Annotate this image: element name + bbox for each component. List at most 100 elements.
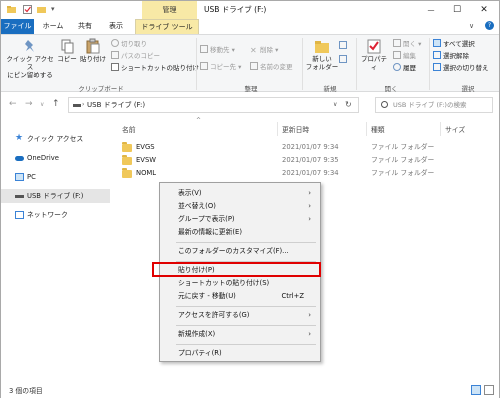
menu-item-refresh[interactable]: 最新の情報に更新(E) — [160, 226, 320, 239]
menu-item-label: このフォルダーのカスタマイズ(F)... — [178, 247, 289, 255]
up-arrow-icon[interactable]: ↑ — [52, 99, 60, 109]
tab-home[interactable]: ホーム — [39, 19, 67, 34]
nav-network[interactable]: ネットワーク — [1, 208, 110, 222]
invert-selection-button[interactable]: 選択の切り替え — [433, 63, 489, 73]
properties-check-icon[interactable] — [23, 5, 32, 14]
edit-button[interactable]: 編集 — [393, 51, 416, 61]
menu-item-label: グループで表示(P) — [178, 215, 235, 223]
column-divider[interactable] — [366, 122, 367, 136]
large-icons-view-icon[interactable] — [484, 385, 494, 395]
forward-arrow-icon[interactable]: → — [25, 99, 33, 109]
copy-label: コピー — [57, 55, 77, 63]
menu-item-label: 元に戻す - 移動(U) — [178, 292, 236, 300]
back-arrow-icon[interactable]: ← — [9, 99, 17, 109]
refresh-icon[interactable]: ↻ — [345, 98, 352, 112]
history-label: 履歴 — [403, 64, 416, 72]
address-bar[interactable]: › USB ドライブ (F:) ∨ ↻ — [68, 97, 359, 113]
nav-quick-access[interactable]: ★ クイック アクセス — [1, 132, 110, 146]
column-name[interactable]: 名前 — [122, 124, 136, 134]
move-to-icon — [200, 45, 208, 53]
customize-toolbar-icon[interactable]: ▾ — [51, 5, 60, 14]
tab-view[interactable]: 表示 — [103, 19, 129, 34]
maximize-button[interactable]: ☐ — [445, 1, 469, 19]
move-to-label: 移動先 — [210, 46, 230, 54]
invert-selection-icon — [433, 63, 441, 71]
close-button[interactable]: ✕ — [472, 1, 496, 19]
file-date: 2021/01/07 9:35 — [282, 156, 339, 164]
clipboard-icon — [86, 38, 100, 54]
drive-small-icon — [73, 104, 81, 107]
recent-locations-chevron-icon[interactable]: ∨ — [40, 101, 44, 108]
file-row[interactable]: NOML 2021/01/07 9:34 ファイル フォルダー — [110, 167, 499, 180]
select-none-button[interactable]: 選択解除 — [433, 51, 469, 61]
cut-button[interactable]: 切り取り — [111, 39, 147, 49]
menu-item-sort-by[interactable]: 並べ替え(O) › — [160, 200, 320, 213]
menu-item-group-by[interactable]: グループで表示(P) › — [160, 213, 320, 226]
paste-shortcut-button[interactable]: ショートカットの貼り付け — [111, 63, 199, 73]
rename-button[interactable]: 名前の変更 — [250, 62, 293, 72]
pin-label-1: クイック アクセス — [6, 55, 54, 71]
file-row[interactable]: EVSW 2021/01/07 9:35 ファイル フォルダー — [110, 154, 499, 167]
properties-button[interactable]: プロパティ — [358, 38, 390, 71]
menu-separator — [176, 344, 316, 345]
copy-to-icon — [200, 62, 208, 70]
column-date[interactable]: 更新日時 — [282, 124, 309, 134]
breadcrumb-separator-icon: › — [82, 101, 85, 108]
group-new-label: 新規 — [323, 85, 337, 93]
minimize-button[interactable]: — — [419, 1, 443, 19]
new-folder-button[interactable]: 新しい フォルダー — [305, 38, 339, 71]
file-row[interactable]: EVGS 2021/01/07 9:34 ファイル フォルダー — [110, 141, 499, 154]
history-button[interactable]: 履歴 — [393, 63, 416, 73]
scissors-icon — [111, 39, 119, 47]
column-divider[interactable] — [277, 122, 278, 136]
copy-path-label: パスのコピー — [121, 52, 160, 60]
file-name: EVSW — [136, 156, 156, 164]
help-icon[interactable]: ? — [485, 21, 494, 30]
copy-button[interactable]: コピー — [57, 38, 77, 63]
open-button[interactable]: 開く ▾ — [393, 39, 421, 49]
search-box[interactable]: USB ドライブ (F:)の検索 — [375, 97, 493, 113]
tab-file[interactable]: ファイル — [1, 19, 34, 34]
submenu-arrow-icon: › — [308, 189, 311, 197]
menu-item-undo-move[interactable]: 元に戻す - 移動(U) Ctrl+Z — [160, 290, 320, 303]
nav-usb-drive[interactable]: USB ドライブ (F:) — [1, 189, 110, 203]
properties-label: プロパティ — [361, 55, 387, 71]
address-dropdown-icon[interactable]: ∨ — [333, 98, 337, 112]
select-all-button[interactable]: すべて選択 — [433, 39, 475, 49]
copy-path-button[interactable]: パスのコピー — [111, 51, 160, 61]
new-item-icon-button[interactable] — [339, 41, 349, 51]
history-icon — [393, 63, 401, 71]
copy-to-button[interactable]: コピー先 ▾ — [200, 62, 241, 72]
delete-button[interactable]: ✕ 削除 ▾ — [250, 45, 278, 55]
details-view-icon[interactable] — [471, 385, 481, 395]
menu-separator — [176, 242, 316, 243]
tab-share[interactable]: 共有 — [73, 19, 97, 34]
column-type[interactable]: 種類 — [371, 124, 385, 134]
move-to-button[interactable]: 移動先 ▾ — [200, 45, 235, 55]
paste-label: 貼り付け — [80, 55, 106, 63]
menu-item-customize-folder[interactable]: このフォルダーのカスタマイズ(F)... — [160, 245, 320, 258]
easy-access-icon-button[interactable] — [339, 55, 349, 65]
menu-item-view[interactable]: 表示(V) › — [160, 187, 320, 200]
collapse-ribbon-icon[interactable]: ∨ — [469, 22, 474, 30]
tab-drive-tools[interactable]: ドライブ ツール — [135, 19, 199, 34]
nav-onedrive[interactable]: OneDrive — [1, 151, 110, 165]
column-size[interactable]: サイズ — [445, 124, 465, 134]
invert-selection-label: 選択の切り替え — [443, 64, 489, 72]
menu-item-give-access[interactable]: アクセスを許可する(G) › — [160, 309, 320, 322]
pin-to-quick-access-button[interactable]: クイック アクセス にピン留めする — [5, 38, 55, 79]
column-divider[interactable] — [440, 122, 441, 136]
submenu-arrow-icon: › — [308, 202, 311, 210]
new-folder-label-1: 新しい — [312, 55, 332, 63]
ribbon-tabs: ファイル ホーム 共有 表示 ドライブ ツール ∨ ? — [1, 19, 499, 34]
nav-pc[interactable]: PC — [1, 170, 110, 184]
paste-button[interactable]: 貼り付け — [79, 38, 107, 63]
paste-highlight-box — [152, 262, 321, 277]
select-none-label: 選択解除 — [443, 52, 469, 60]
menu-item-new[interactable]: 新規作成(X) › — [160, 328, 320, 341]
menu-item-paste-shortcut[interactable]: ショートカットの貼り付け(S) — [160, 277, 320, 290]
file-name: NOML — [136, 169, 157, 177]
new-folder-quick-icon[interactable] — [37, 5, 46, 14]
cloud-icon — [15, 156, 24, 161]
menu-item-properties[interactable]: プロパティ(R) — [160, 347, 320, 360]
